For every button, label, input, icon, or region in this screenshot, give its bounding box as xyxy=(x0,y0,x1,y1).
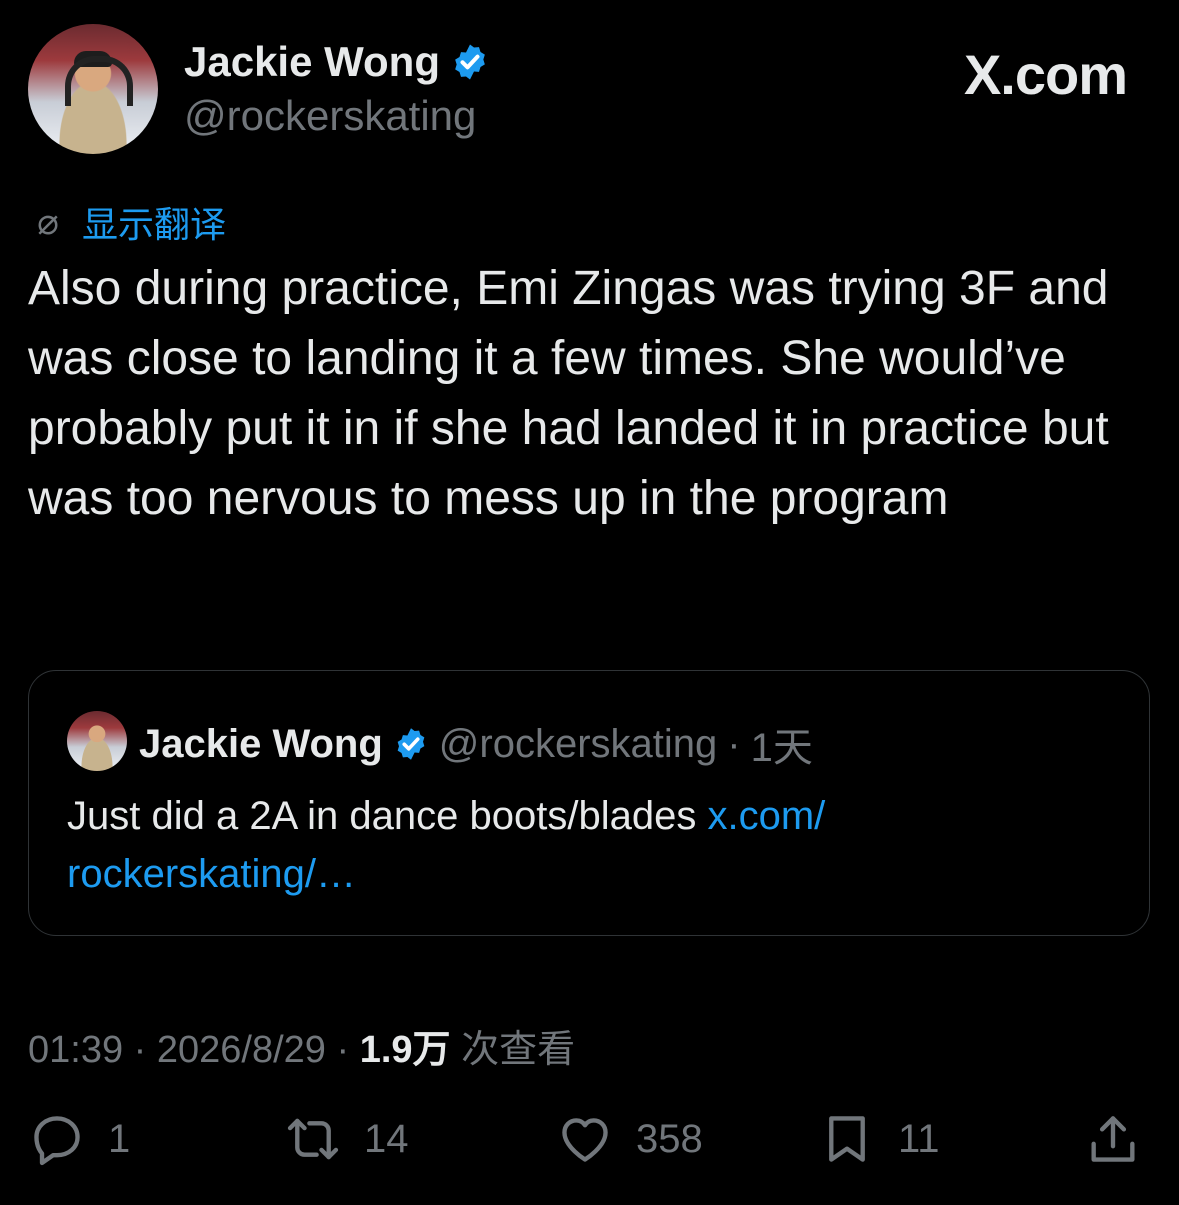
meta-separator: · xyxy=(123,1029,157,1071)
quoted-text: Just did a 2A in dance boots/blades xyxy=(67,794,708,838)
quoted-header: Jackie Wong @rockerskating · 1天 xyxy=(139,715,813,773)
tweet-date: 2026/8/29 xyxy=(156,1029,326,1071)
quoted-author-handle: @rockerskating xyxy=(438,721,718,766)
meta-separator: · xyxy=(325,1029,360,1071)
like-count: 358 xyxy=(636,1116,703,1161)
views-label: 次查看 xyxy=(450,1029,576,1071)
translate-label: 显示翻译 xyxy=(82,204,227,245)
bookmark-button[interactable]: 11 xyxy=(818,1110,940,1168)
share-icon xyxy=(1091,1116,1135,1162)
reply-icon xyxy=(34,1116,80,1166)
author-handle[interactable]: @rockerskating xyxy=(184,92,476,140)
quoted-tweet[interactable]: Jackie Wong @rockerskating · 1天 Just did a… xyxy=(28,670,1150,936)
quoted-author-name: Jackie Wong xyxy=(139,721,383,766)
translate-button[interactable]: ⌀ 显示翻译 xyxy=(28,196,226,248)
verified-icon xyxy=(455,44,485,80)
bookmark-count: 11 xyxy=(898,1116,940,1161)
quoted-separator: · xyxy=(727,721,741,766)
bookmark-icon xyxy=(829,1116,865,1162)
view-count[interactable]: 1.9万 xyxy=(360,1029,451,1071)
like-button[interactable]: 358 xyxy=(556,1110,703,1168)
verified-icon xyxy=(397,728,425,760)
quoted-time: 1天 xyxy=(750,726,813,770)
quoted-avatar xyxy=(67,711,127,771)
reply-count: 1 xyxy=(108,1116,131,1161)
action-bar: 1 14 358 11 xyxy=(0,1110,1179,1180)
author-avatar[interactable] xyxy=(28,24,158,154)
share-button[interactable] xyxy=(1084,1110,1142,1168)
repost-icon xyxy=(287,1118,339,1160)
tweet-text: Also during practice, Emi Zingas was try… xyxy=(28,262,1109,525)
quoted-text-block: Just did a 2A in dance boots/blades x.co… xyxy=(67,787,1107,903)
reply-button[interactable]: 1 xyxy=(28,1110,130,1168)
site-label: X.com xyxy=(963,43,1128,106)
author-name[interactable]: Jackie Wong xyxy=(184,38,440,86)
repost-button[interactable]: 14 xyxy=(284,1110,409,1168)
repost-count: 14 xyxy=(364,1116,409,1161)
translate-icon: ⌀ xyxy=(37,201,59,242)
tweet-meta: 01:39 · 2026/8/29 · 1.9万 次查看 xyxy=(28,1018,575,1073)
author-name-row[interactable]: Jackie Wong xyxy=(184,38,490,86)
like-icon xyxy=(562,1118,608,1162)
tweet-time: 01:39 xyxy=(28,1029,124,1071)
